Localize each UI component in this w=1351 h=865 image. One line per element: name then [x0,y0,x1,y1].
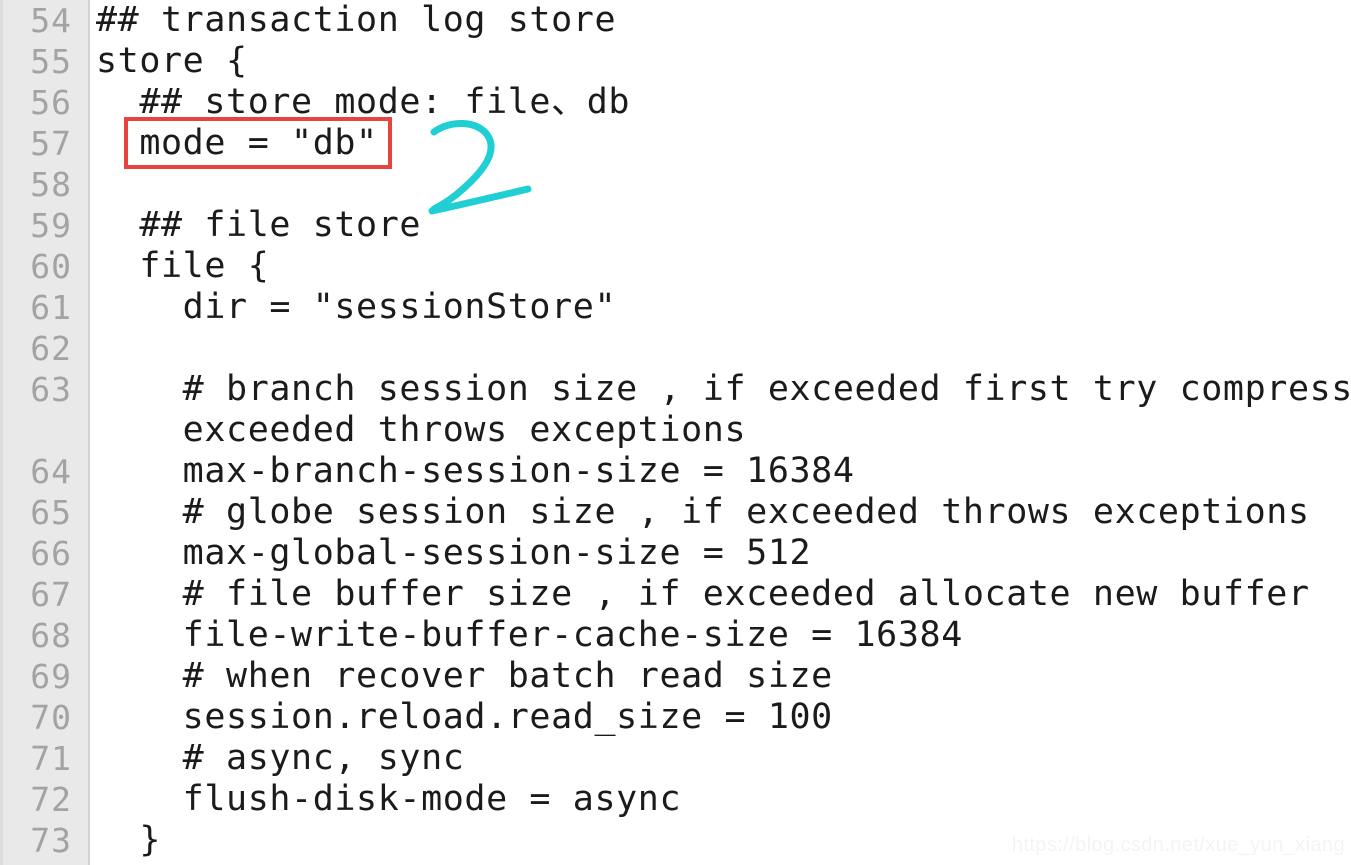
line-number: 70 [30,698,72,737]
code-line[interactable]: dir = "sessionStore" [96,287,616,328]
code-line[interactable]: # when recover batch read size [96,656,833,697]
code-line[interactable]: max-branch-session-size = 16384 [96,451,855,492]
code-content-area[interactable]: ## transaction log store store { ## store… [92,0,1351,865]
line-number: 58 [30,165,72,204]
code-editor-screenshot: 54 55 56 57 58 59 60 61 62 63 64 65 66 67 68 69 70 71 72 73… [0,0,1351,865]
line-number: 55 [30,42,72,81]
line-number: 61 [30,288,72,327]
code-line[interactable]: mode = "db" [96,123,378,164]
code-line[interactable]: # async, sync [96,738,464,779]
line-number: 63 [30,370,72,409]
code-line[interactable]: # branch session size , if exceeded firs… [96,369,1351,410]
line-number: 71 [30,739,72,778]
code-line[interactable]: store { [96,41,248,82]
code-line[interactable]: flush-disk-mode = async [96,779,681,820]
code-line[interactable]: exceeded throws exceptions [96,410,746,451]
line-number: 67 [30,575,72,614]
line-number: 56 [30,83,72,122]
code-line[interactable]: } [96,820,161,861]
line-number: 57 [30,124,72,163]
code-line[interactable]: # globe session size , if exceeded throw… [96,492,1310,533]
line-number: 64 [30,452,72,491]
line-number: 68 [30,616,72,655]
line-number: 54 [30,1,72,40]
line-number: 66 [30,534,72,573]
watermark-text: https://blog.csdn.net/xue_yun_xiang [1011,834,1345,856]
code-line[interactable]: session.reload.read_size = 100 [96,697,833,738]
code-line[interactable]: ## transaction log store [96,0,616,41]
line-number: 72 [30,780,72,819]
code-line[interactable]: max-global-session-size = 512 [96,533,811,574]
line-number: 69 [30,657,72,696]
code-line[interactable]: ## store mode: file、db [96,82,630,123]
code-line[interactable]: file { [96,246,269,287]
line-number-gutter: 54 55 56 57 58 59 60 61 62 63 64 65 66 67 68 69 70 71 72 73 [0,0,90,865]
line-number: 59 [30,206,72,245]
line-number: 73 [30,821,72,860]
line-number: 60 [30,247,72,286]
code-line[interactable]: file-write-buffer-cache-size = 16384 [96,615,963,656]
line-number: 65 [30,493,72,532]
code-line[interactable]: # file buffer size , if exceeded allocat… [96,574,1310,615]
line-number: 62 [30,329,72,368]
code-line[interactable]: ## file store [96,205,421,246]
